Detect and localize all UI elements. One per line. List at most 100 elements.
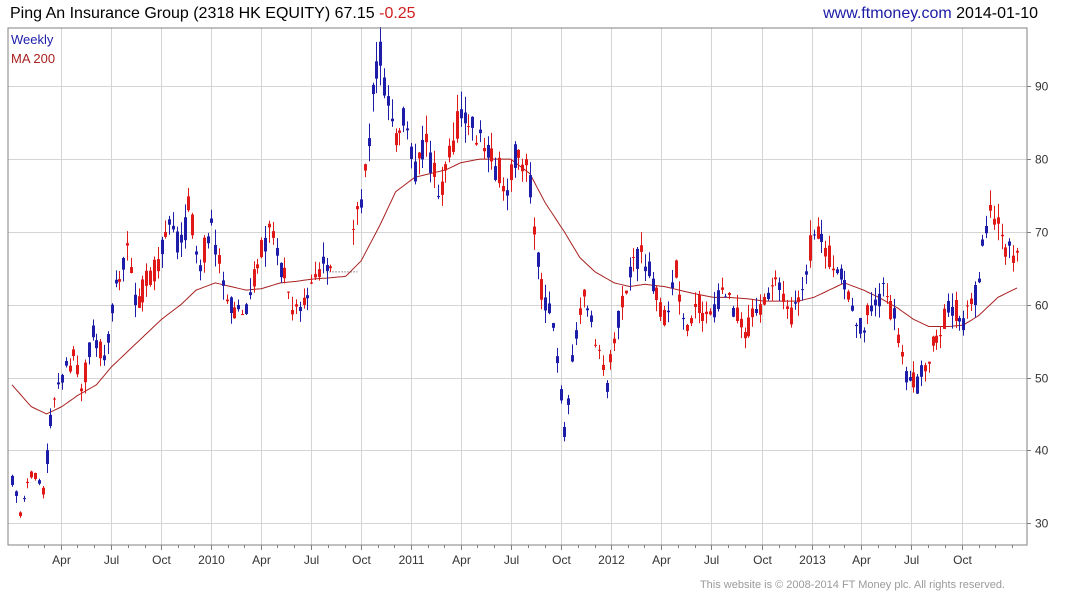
candle-down	[709, 311, 712, 315]
candle-up	[563, 426, 566, 437]
candle-up	[556, 356, 559, 364]
candle-down	[233, 307, 236, 319]
candle-up	[958, 318, 961, 322]
candle-down	[579, 308, 582, 315]
candle-down	[747, 317, 750, 337]
candle-up	[617, 310, 620, 328]
candle-down	[433, 162, 436, 177]
candle-up	[920, 365, 923, 377]
candle-down	[924, 365, 927, 372]
candle-down	[502, 185, 505, 192]
candle-down	[912, 372, 915, 388]
candle-up	[326, 265, 329, 271]
candle-down	[138, 296, 141, 308]
candle-up	[437, 196, 440, 198]
candle-up	[767, 292, 770, 300]
candle-down	[886, 296, 889, 298]
candle-down	[467, 126, 470, 128]
candle-up	[840, 268, 843, 280]
x-tick-label: Jul	[904, 553, 919, 567]
candle-down	[966, 305, 969, 307]
x-tick-label: Jul	[704, 553, 719, 567]
candle-up	[947, 300, 950, 313]
candle-up	[644, 266, 647, 272]
candle-down	[997, 217, 1000, 224]
candle-up	[115, 279, 118, 284]
candle-down	[352, 228, 355, 230]
candle-up	[648, 261, 651, 277]
ma-200-line	[11, 158, 1018, 415]
candle-down	[989, 204, 992, 211]
candle-down	[53, 398, 56, 400]
candle-down	[678, 294, 681, 302]
candle-down	[797, 297, 800, 303]
candle-down	[164, 231, 167, 237]
candle-down	[260, 240, 263, 258]
candle-up	[717, 290, 720, 310]
candle-down	[540, 279, 543, 300]
candle-up	[414, 161, 417, 182]
candle-up	[652, 278, 655, 292]
candle-down	[939, 335, 942, 337]
candle-down	[310, 282, 313, 284]
candle-down	[790, 307, 793, 325]
candle-down	[30, 471, 33, 478]
candle-down	[272, 231, 275, 238]
candle-up	[778, 282, 781, 290]
y-tick-label: 60	[1035, 299, 1049, 313]
candle-down	[153, 259, 156, 282]
legend-entry: MA 200	[11, 51, 55, 66]
candle-up	[299, 307, 302, 312]
candle-up	[46, 450, 49, 465]
candle-down	[771, 285, 774, 287]
candle-down	[847, 291, 850, 300]
x-tick-label: Apr	[452, 553, 471, 567]
candle-up	[962, 318, 965, 331]
candle-up	[306, 295, 309, 299]
x-tick-label: 2012	[598, 553, 625, 567]
x-tick-label: 2011	[399, 553, 425, 567]
candle-down	[832, 268, 835, 271]
candle-up	[479, 129, 482, 134]
candle-down	[226, 299, 229, 302]
candle-up	[629, 266, 632, 278]
candle-up	[61, 375, 64, 383]
candle-down	[19, 512, 22, 516]
candle-down	[398, 130, 401, 133]
y-tick-label: 40	[1035, 444, 1049, 458]
candle-down	[126, 243, 129, 246]
candle-down	[866, 305, 869, 316]
candle-down	[303, 297, 306, 305]
candle-down	[145, 270, 148, 286]
candle-down	[287, 291, 290, 293]
candle-up	[368, 138, 371, 147]
candle-up	[195, 251, 198, 255]
candle-up	[820, 233, 823, 242]
candle-up	[168, 219, 171, 225]
candle-down	[418, 152, 421, 159]
x-tick-label: 2010	[198, 553, 225, 567]
candle-up	[548, 303, 551, 314]
candle-up	[57, 382, 60, 385]
candle-up	[1008, 241, 1011, 246]
candle-up	[571, 355, 574, 362]
candle-up	[978, 278, 981, 283]
candle-up	[981, 239, 984, 246]
candle-down	[694, 303, 697, 307]
candle-down	[149, 270, 152, 285]
candle-down	[517, 149, 520, 158]
candle-up	[471, 116, 474, 128]
candle-up	[383, 77, 386, 96]
candle-up	[264, 237, 267, 252]
candle-down	[218, 255, 221, 264]
grid-lines	[8, 28, 1027, 545]
candle-down	[817, 226, 820, 239]
x-tick-label: Oct	[552, 553, 571, 567]
candle-up	[487, 144, 490, 158]
candle-down	[740, 318, 743, 328]
candle-up	[207, 236, 210, 244]
candle-down	[993, 218, 996, 225]
candle-down	[1001, 234, 1004, 237]
candle-up	[360, 199, 363, 208]
candle-up	[552, 323, 555, 328]
